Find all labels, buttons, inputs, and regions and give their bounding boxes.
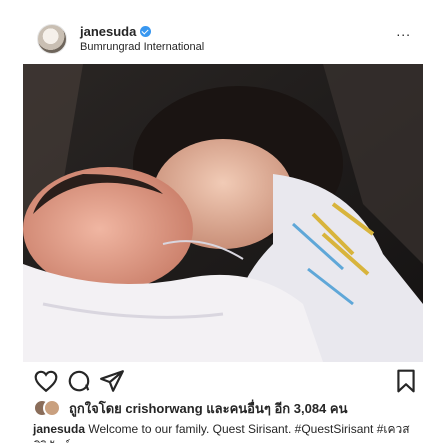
post-header: janesuda Bumrungrad International ... [0,0,445,64]
liker-avatars[interactable] [33,399,63,417]
more-options-button[interactable]: ... [396,24,411,38]
caption-username[interactable]: janesuda [33,422,85,436]
post-username[interactable]: janesuda [80,24,136,39]
caption-text: Welcome to our family. Quest Sirisant. #… [33,422,410,443]
send-icon[interactable] [99,368,125,394]
heart-icon[interactable] [33,368,59,394]
post-photo-image [23,64,423,362]
verified-badge-icon [140,26,152,37]
bookmark-icon[interactable] [393,368,419,394]
action-bar [0,362,445,402]
liker-avatar [43,399,61,417]
likes-text[interactable]: ถูกใจโดย crishorwang และคนอื่นๆ อีก 3,08… [69,398,347,419]
profile-avatar[interactable] [37,24,67,54]
comment-icon[interactable] [66,368,92,394]
post-location[interactable]: Bumrungrad International [80,41,204,54]
post-photo[interactable] [23,64,423,362]
post-caption: janesuda Welcome to our family. Quest Si… [33,421,423,443]
username-row: janesuda [80,24,152,39]
likes-row: ถูกใจโดย crishorwang และคนอื่นๆ อีก 3,08… [33,397,347,419]
